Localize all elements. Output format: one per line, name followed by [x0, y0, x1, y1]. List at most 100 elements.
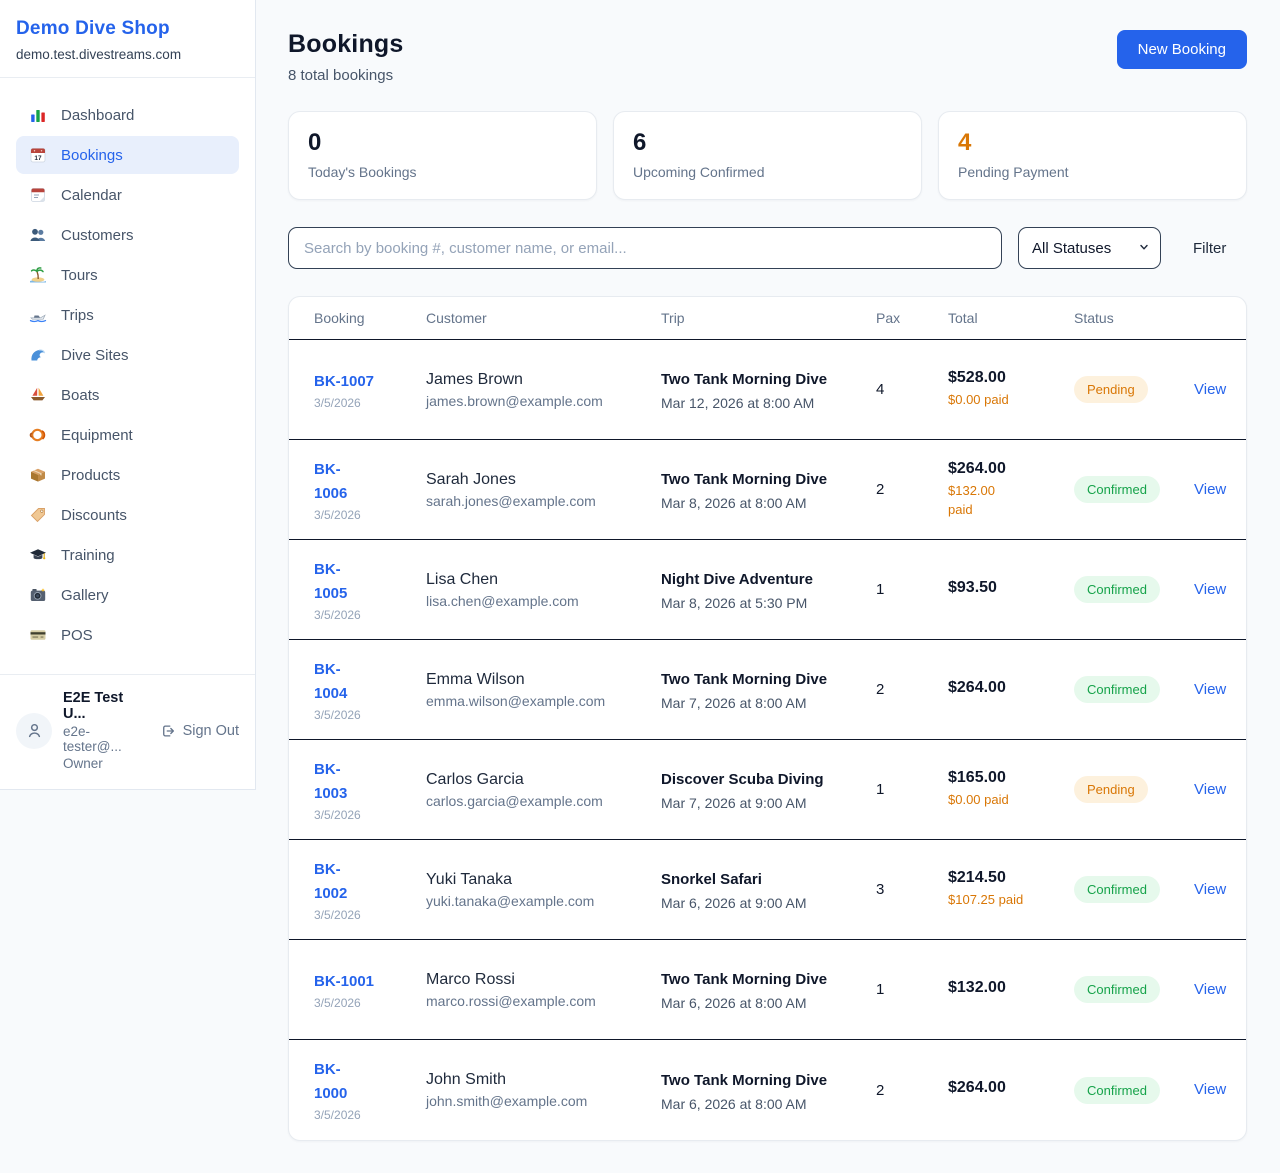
status-select[interactable]: All Statuses: [1018, 227, 1161, 269]
total-cell: $165.00 $0.00 paid: [948, 769, 1074, 810]
user-email: e2e-tester@...: [63, 724, 149, 754]
sidebar-item-dive-sites[interactable]: Dive Sites: [16, 336, 239, 374]
paid-amount: $0.00 paid: [948, 791, 1074, 810]
view-link[interactable]: View: [1194, 481, 1226, 498]
status-badge: Confirmed: [1074, 576, 1160, 603]
trip-cell: Two Tank Morning Dive Mar 7, 2026 at 8:0…: [661, 668, 876, 711]
customer-name: Marco Rossi: [426, 971, 661, 989]
pax-value: 4: [876, 381, 948, 398]
trip-cell: Two Tank Morning Dive Mar 6, 2026 at 8:0…: [661, 968, 876, 1011]
table-row: BK- 1000 3/5/2026 John Smith john.smith@…: [289, 1040, 1246, 1140]
trip-name: Two Tank Morning Dive: [661, 468, 862, 492]
trip-cell: Two Tank Morning Dive Mar 12, 2026 at 8:…: [661, 368, 876, 411]
nav-item-label: Discounts: [61, 507, 127, 524]
sidebar-item-boats[interactable]: Boats: [16, 376, 239, 414]
customer-cell: John Smith john.smith@example.com: [426, 1071, 661, 1109]
booking-date: 3/5/2026: [314, 996, 426, 1010]
booking-number-link[interactable]: BK- 1004: [314, 658, 426, 706]
app-layout: Demo Dive Shop demo.test.divestreams.com…: [0, 0, 1280, 1173]
customer-email: john.smith@example.com: [426, 1093, 661, 1109]
nav-item-icon: [28, 626, 48, 644]
booking-cell: BK-1001 3/5/2026: [314, 970, 426, 1010]
new-booking-button[interactable]: New Booking: [1117, 30, 1247, 69]
trip-date: Mar 7, 2026 at 8:00 AM: [661, 695, 862, 711]
sidebar-item-equipment[interactable]: Equipment: [16, 416, 239, 454]
shop-name: Demo Dive Shop: [16, 18, 239, 40]
nav-item-icon: [28, 106, 48, 124]
booking-number-line2: 1004: [314, 682, 426, 706]
booking-cell: BK- 1002 3/5/2026: [314, 858, 426, 922]
nav-item-icon: [28, 266, 48, 284]
nav-item-label: Calendar: [61, 187, 122, 204]
view-link[interactable]: View: [1194, 381, 1226, 398]
nav-item-label: Dashboard: [61, 107, 134, 124]
view-link[interactable]: View: [1194, 1081, 1226, 1098]
booking-date: 3/5/2026: [314, 908, 426, 922]
customer-name: Carlos Garcia: [426, 771, 661, 789]
filter-button[interactable]: Filter: [1177, 232, 1242, 265]
sidebar-item-calendar[interactable]: Calendar: [16, 176, 239, 214]
sidebar-item-trips[interactable]: Trips: [16, 296, 239, 334]
booking-number-link[interactable]: BK-1007: [314, 370, 426, 394]
user-role: Owner: [63, 756, 149, 771]
booking-number-line1: BK-1007: [314, 370, 426, 394]
pax-value: 2: [876, 481, 948, 498]
pax-value: 2: [876, 681, 948, 698]
nav-item-icon: [28, 466, 48, 484]
view-link[interactable]: View: [1194, 681, 1226, 698]
customer-name: Emma Wilson: [426, 671, 661, 689]
sidebar-item-discounts[interactable]: Discounts: [16, 496, 239, 534]
trip-date: Mar 12, 2026 at 8:00 AM: [661, 395, 862, 411]
nav-item-icon: [28, 386, 48, 404]
booking-number-link[interactable]: BK-1001: [314, 970, 426, 994]
table-header-row: Booking Customer Trip Pax Total Status: [289, 297, 1246, 340]
filter-bar: All Statuses Filter: [288, 227, 1247, 269]
view-link[interactable]: View: [1194, 781, 1226, 798]
status-cell: Confirmed: [1074, 1077, 1194, 1104]
sidebar-item-bookings[interactable]: 17 Bookings: [16, 136, 239, 174]
customer-email: yuki.tanaka@example.com: [426, 893, 661, 909]
trip-name: Snorkel Safari: [661, 868, 862, 892]
table-row: BK- 1005 3/5/2026 Lisa Chen lisa.chen@ex…: [289, 540, 1246, 640]
booking-number-link[interactable]: BK- 1005: [314, 558, 426, 606]
booking-number-line1: BK-: [314, 458, 426, 482]
customer-name: James Brown: [426, 371, 661, 389]
booking-number-link[interactable]: BK- 1000: [314, 1058, 426, 1106]
total-cell: $264.00 $132.00 paid: [948, 460, 1074, 520]
booking-number-link[interactable]: BK- 1002: [314, 858, 426, 906]
booking-cell: BK- 1006 3/5/2026: [314, 458, 426, 522]
booking-cell: BK- 1003 3/5/2026: [314, 758, 426, 822]
booking-number-line1: BK-: [314, 558, 426, 582]
sidebar-item-training[interactable]: Training: [16, 536, 239, 574]
table-body: BK-1007 3/5/2026 James Brown james.brown…: [289, 340, 1246, 1140]
sidebar-item-tours[interactable]: Tours: [16, 256, 239, 294]
status-badge: Confirmed: [1074, 676, 1160, 703]
booking-number-line1: BK-: [314, 658, 426, 682]
status-cell: Pending: [1074, 376, 1194, 403]
total-cell: $214.50 $107.25 paid: [948, 869, 1074, 910]
sidebar-item-gallery[interactable]: Gallery: [16, 576, 239, 614]
sidebar-item-dashboard[interactable]: Dashboard: [16, 96, 239, 134]
sidebar-item-customers[interactable]: Customers: [16, 216, 239, 254]
sign-out-button[interactable]: Sign Out: [160, 723, 239, 739]
sidebar-item-products[interactable]: Products: [16, 456, 239, 494]
sidebar-item-pos[interactable]: POS: [16, 616, 239, 654]
shop-domain: demo.test.divestreams.com: [16, 47, 239, 62]
booking-number-link[interactable]: BK- 1006: [314, 458, 426, 506]
paid-amount: $107.25 paid: [948, 891, 1074, 910]
pax-value: 1: [876, 781, 948, 798]
booking-number-link[interactable]: BK- 1003: [314, 758, 426, 806]
search-input[interactable]: [288, 227, 1002, 269]
trip-date: Mar 6, 2026 at 8:00 AM: [661, 1096, 862, 1112]
view-link[interactable]: View: [1194, 581, 1226, 598]
booking-cell: BK- 1000 3/5/2026: [314, 1058, 426, 1122]
view-link[interactable]: View: [1194, 881, 1226, 898]
table-row: BK- 1006 3/5/2026 Sarah Jones sarah.jone…: [289, 440, 1246, 540]
stat-card: 0 Today's Bookings: [288, 111, 597, 200]
stat-label: Upcoming Confirmed: [633, 164, 902, 180]
person-icon: [25, 721, 44, 740]
nav-item-label: Tours: [61, 267, 98, 284]
view-link[interactable]: View: [1194, 981, 1226, 998]
actions-cell: View: [1194, 581, 1226, 599]
nav-item-label: Trips: [61, 307, 94, 324]
